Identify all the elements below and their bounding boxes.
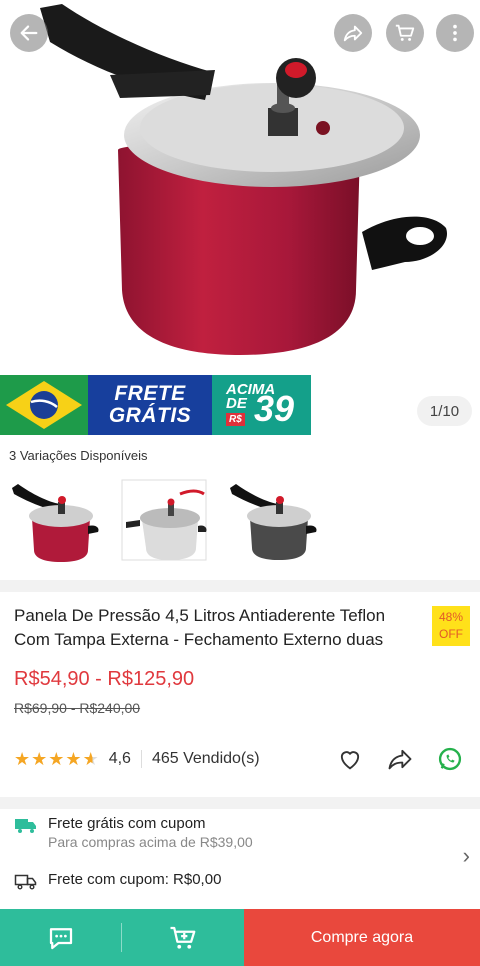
image-counter: 1/10 bbox=[417, 396, 472, 426]
rating-value: 4,6 bbox=[108, 750, 131, 767]
star-icon: ★ bbox=[65, 749, 82, 769]
coupon-shipping: Frete com cupom: R$0,00 bbox=[14, 871, 221, 890]
star-icon: ★ bbox=[48, 749, 65, 769]
section-divider bbox=[0, 580, 480, 592]
bottom-action-bar: Compre agora bbox=[0, 909, 480, 966]
currency-badge: R$ bbox=[226, 413, 245, 426]
rating-divider bbox=[140, 750, 142, 768]
share-icon[interactable] bbox=[386, 745, 414, 773]
buy-now-button[interactable]: Compre agora bbox=[244, 909, 480, 966]
frete-gratis-label: FRETE GRÁTIS bbox=[88, 375, 212, 435]
product-image bbox=[40, 4, 447, 355]
free-shipping-coupon: Frete grátis com cupom Para compras acim… bbox=[14, 815, 253, 850]
variation-thumb-red[interactable] bbox=[8, 476, 100, 564]
product-image-gallery[interactable]: FRETE GRÁTIS ACIMA DE R$ 39 1/10 bbox=[0, 0, 480, 440]
product-info: Panela De Pressão 4,5 Litros Antiaderent… bbox=[0, 592, 480, 797]
sold-count: 465 Vendido(s) bbox=[151, 750, 260, 767]
promo-amount: 39 bbox=[254, 388, 295, 429]
share-icon bbox=[343, 25, 363, 42]
acima-line2: DE bbox=[226, 395, 247, 412]
frete-line1: FRETE bbox=[114, 382, 186, 405]
discount-badge: 48% OFF bbox=[432, 606, 470, 646]
truck-outline-icon bbox=[14, 874, 37, 890]
brazil-flag-icon bbox=[0, 375, 88, 435]
secondary-actions bbox=[0, 909, 244, 966]
star-icon: ★ bbox=[31, 749, 48, 769]
cart-button[interactable] bbox=[386, 14, 424, 52]
half-star-icon: ★ bbox=[82, 749, 99, 769]
star-rating: ★ ★ ★ ★ ★ bbox=[14, 750, 99, 768]
variations-section: 3 Variações Disponíveis bbox=[0, 440, 480, 580]
arrow-left-icon bbox=[20, 25, 38, 41]
variations-label: 3 Variações Disponíveis bbox=[9, 448, 148, 463]
variation-thumb-gray[interactable] bbox=[226, 476, 318, 564]
back-button[interactable] bbox=[10, 14, 48, 52]
chat-button[interactable] bbox=[0, 909, 122, 966]
price-range: R$54,90 - R$125,90 bbox=[14, 668, 195, 690]
add-to-cart-button[interactable] bbox=[122, 909, 244, 966]
free-shipping-subtitle: Para compras acima de R$39,00 bbox=[48, 834, 253, 850]
free-shipping-title: Frete grátis com cupom bbox=[48, 815, 206, 832]
old-price-range: R$69,90 - R$240,00 bbox=[14, 700, 141, 716]
section-divider bbox=[0, 797, 480, 809]
coupon-shipping-text: Frete com cupom: R$0,00 bbox=[48, 871, 222, 888]
product-actions bbox=[336, 744, 464, 774]
free-shipping-banner: FRETE GRÁTIS ACIMA DE R$ 39 bbox=[0, 375, 311, 435]
shipping-section[interactable]: Frete grátis com cupom Para compras acim… bbox=[0, 809, 480, 909]
star-icon: ★ bbox=[14, 749, 31, 769]
more-button[interactable] bbox=[436, 14, 474, 52]
more-vertical-icon bbox=[453, 24, 457, 42]
heart-icon[interactable] bbox=[336, 745, 364, 773]
discount-label: OFF bbox=[439, 627, 463, 641]
rating-row: ★ ★ ★ ★ ★ 4,6 465 Vendido(s) bbox=[14, 744, 470, 774]
whatsapp-icon[interactable] bbox=[436, 745, 464, 773]
share-button[interactable] bbox=[334, 14, 372, 52]
cart-icon bbox=[395, 24, 415, 41]
chat-icon bbox=[49, 927, 73, 949]
chevron-right-icon[interactable]: › bbox=[463, 843, 470, 869]
truck-icon bbox=[15, 819, 36, 833]
acima-label: ACIMA DE R$ 39 bbox=[212, 375, 311, 435]
discount-percent: 48% bbox=[438, 610, 464, 624]
product-title: Panela De Pressão 4,5 Litros Antiaderent… bbox=[14, 606, 386, 649]
frete-line2: GRÁTIS bbox=[108, 404, 192, 427]
bottom-divider bbox=[121, 923, 122, 952]
add-to-cart-icon bbox=[170, 926, 196, 949]
variation-thumb-silver[interactable] bbox=[118, 476, 210, 564]
